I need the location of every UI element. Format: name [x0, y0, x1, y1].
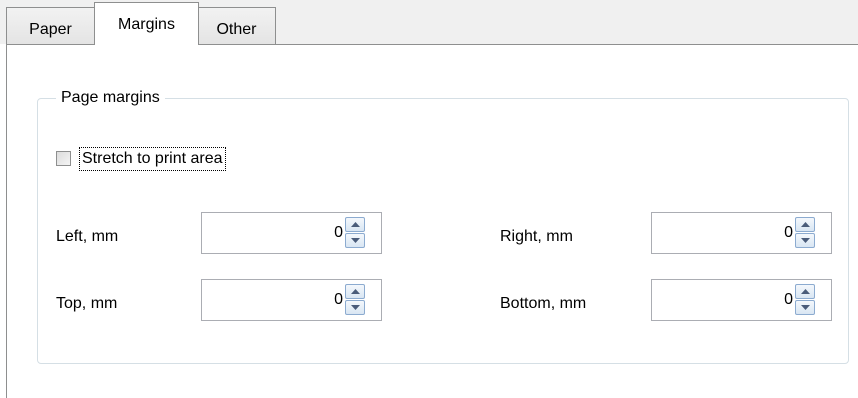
tab-paper[interactable]: Paper: [6, 7, 94, 44]
left-margin-label: Left, mm: [56, 228, 119, 245]
top-margin-label: Top, mm: [56, 295, 118, 312]
right-margin-spinedit[interactable]: 0: [651, 212, 832, 254]
right-margin-value[interactable]: 0: [784, 224, 793, 242]
tab-strip: Paper Other Margins: [0, 0, 858, 45]
stretch-to-print-area-label[interactable]: Stretch to print area: [79, 147, 226, 171]
arrow-up-icon[interactable]: [795, 217, 815, 232]
bottom-margin-label: Bottom, mm: [500, 295, 587, 312]
tab-paper-label: Paper: [29, 21, 72, 38]
arrow-up-icon[interactable]: [345, 284, 365, 299]
left-margin-spinedit[interactable]: 0: [201, 212, 382, 254]
arrow-down-icon[interactable]: [345, 233, 365, 248]
top-margin-value[interactable]: 0: [334, 291, 343, 309]
left-margin-value[interactable]: 0: [334, 224, 343, 242]
bottom-margin-spinedit[interactable]: 0: [651, 279, 832, 321]
tab-other-label: Other: [216, 21, 257, 38]
page-margins-title: Page margins: [56, 87, 165, 109]
arrow-down-icon[interactable]: [345, 300, 365, 315]
page-setup-panel: Paper Other Margins Page margins Stretch…: [0, 0, 858, 398]
tab-other[interactable]: Other: [198, 7, 276, 44]
bottom-margin-value[interactable]: 0: [784, 291, 793, 309]
tab-margins[interactable]: Margins: [94, 2, 199, 45]
arrow-up-icon[interactable]: [345, 217, 365, 232]
page-margins-group: Page margins Stretch to print area Left,…: [37, 87, 849, 364]
arrow-up-icon[interactable]: [795, 284, 815, 299]
right-margin-label: Right, mm: [500, 228, 573, 245]
margins-tab-page: Page margins Stretch to print area Left,…: [6, 44, 858, 398]
arrow-down-icon[interactable]: [795, 233, 815, 248]
arrow-down-icon[interactable]: [795, 300, 815, 315]
tab-margins-label: Margins: [118, 16, 175, 33]
checkbox-icon[interactable]: [56, 151, 71, 166]
top-margin-spinedit[interactable]: 0: [201, 279, 382, 321]
